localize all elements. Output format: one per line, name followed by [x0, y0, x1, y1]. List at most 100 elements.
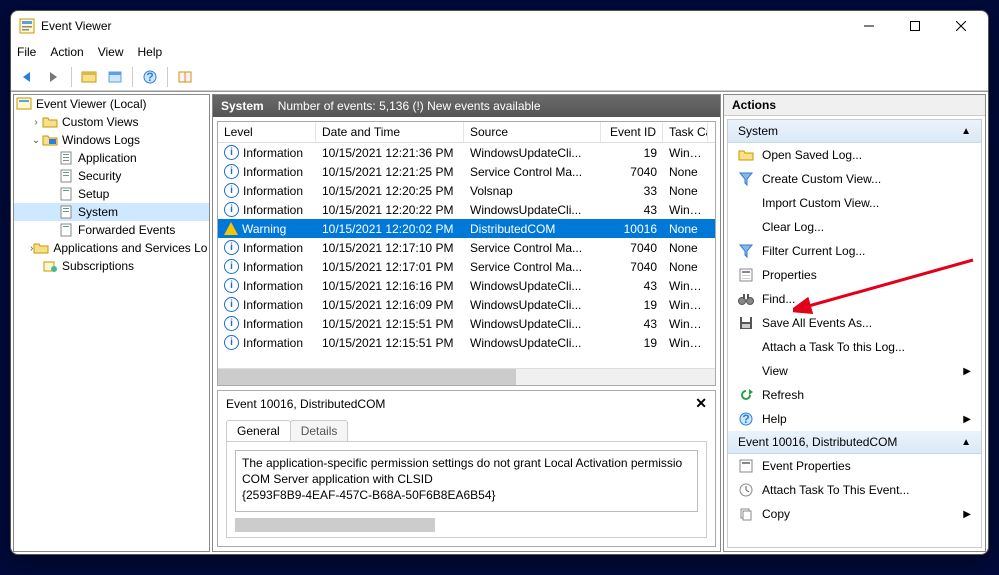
- action-copy[interactable]: Copy ▶: [728, 502, 981, 526]
- actions-title: Actions: [724, 95, 985, 116]
- table-row[interactable]: iInformation10/15/2021 12:16:16 PMWindow…: [218, 276, 715, 295]
- tree-custom-views[interactable]: › Custom Views: [14, 113, 209, 131]
- actions-section-event[interactable]: Event 10016, DistributedCOM ▲: [728, 431, 981, 454]
- close-button[interactable]: [938, 11, 984, 41]
- tab-general[interactable]: General: [226, 420, 291, 441]
- col-eventid[interactable]: Event ID: [601, 122, 663, 142]
- info-icon: i: [224, 278, 239, 293]
- info-icon: i: [224, 335, 239, 350]
- info-icon: i: [224, 259, 239, 274]
- table-row[interactable]: iInformation10/15/2021 12:20:25 PMVolsna…: [218, 181, 715, 200]
- col-level[interactable]: Level: [218, 122, 316, 142]
- table-row[interactable]: iInformation10/15/2021 12:20:22 PMWindow…: [218, 200, 715, 219]
- event-viewer-window: Event Viewer File Action View Help ? Eve…: [10, 10, 989, 555]
- tree-security[interactable]: Security: [14, 167, 209, 185]
- close-detail-button[interactable]: ✕: [695, 395, 707, 412]
- chevron-right-icon: ▶: [963, 509, 971, 520]
- task-icon: [738, 482, 754, 498]
- console-icon: [16, 96, 32, 112]
- grid-body[interactable]: iInformation10/15/2021 12:21:36 PMWindow…: [218, 143, 715, 368]
- events-header: System Number of events: 5,136 (!) New e…: [213, 95, 720, 117]
- detail-title: Event 10016, DistributedCOM: [226, 397, 385, 411]
- folder-open-icon: [738, 147, 754, 163]
- app-icon: [19, 18, 35, 34]
- table-row[interactable]: iInformation10/15/2021 12:17:01 PMServic…: [218, 257, 715, 276]
- log-icon: [58, 150, 74, 166]
- collapse-icon[interactable]: ▲: [961, 126, 971, 137]
- tree-subscriptions[interactable]: Subscriptions: [14, 257, 209, 275]
- info-icon: i: [224, 202, 239, 217]
- actions-section-system[interactable]: System ▲: [728, 120, 981, 143]
- help-button[interactable]: ?: [139, 66, 161, 88]
- table-row[interactable]: iInformation10/15/2021 12:15:51 PMWindow…: [218, 333, 715, 352]
- expander-icon[interactable]: ⌄: [30, 135, 42, 146]
- collapse-icon[interactable]: ▲: [961, 437, 971, 448]
- properties-icon: [738, 458, 754, 474]
- log-icon: [58, 186, 74, 202]
- detail-text[interactable]: The application-specific permission sett…: [235, 450, 698, 512]
- properties-button[interactable]: [104, 66, 126, 88]
- tree-apps-services[interactable]: › Applications and Services Lo: [14, 239, 209, 257]
- grid-header[interactable]: Level Date and Time Source Event ID Task…: [218, 122, 715, 143]
- action-attach-task-log[interactable]: Attach a Task To this Log...: [728, 335, 981, 359]
- log-icon: [58, 222, 74, 238]
- scrollbar-thumb[interactable]: [218, 369, 516, 386]
- tree-forwarded[interactable]: Forwarded Events: [14, 221, 209, 239]
- action-refresh[interactable]: Refresh: [728, 383, 981, 407]
- menu-view[interactable]: View: [98, 45, 124, 59]
- properties-icon: [738, 267, 754, 283]
- tree-root[interactable]: Event Viewer (Local): [14, 95, 209, 113]
- table-row[interactable]: iInformation10/15/2021 12:21:36 PMWindow…: [218, 143, 715, 162]
- help-icon: ?: [738, 411, 754, 427]
- folder-icon: [42, 114, 58, 130]
- menubar: File Action View Help: [11, 41, 988, 63]
- panel-button[interactable]: [174, 66, 196, 88]
- table-row[interactable]: iInformation10/15/2021 12:21:25 PMServic…: [218, 162, 715, 181]
- info-icon: i: [224, 183, 239, 198]
- events-grid[interactable]: Level Date and Time Source Event ID Task…: [217, 121, 716, 386]
- table-row[interactable]: iInformation10/15/2021 12:15:51 PMWindow…: [218, 314, 715, 333]
- action-view[interactable]: View ▶: [728, 359, 981, 383]
- tree-windows-logs[interactable]: ⌄ Windows Logs: [14, 131, 209, 149]
- action-help[interactable]: ? Help ▶: [728, 407, 981, 431]
- menu-help[interactable]: Help: [138, 45, 163, 59]
- table-row[interactable]: Warning10/15/2021 12:20:02 PMDistributed…: [218, 219, 715, 238]
- subscriptions-icon: [42, 258, 58, 274]
- col-date[interactable]: Date and Time: [316, 122, 464, 142]
- action-create-custom-view[interactable]: Create Custom View...: [728, 167, 981, 191]
- navigation-tree[interactable]: Event Viewer (Local) › Custom Views ⌄ Wi…: [13, 94, 210, 552]
- action-open-saved-log[interactable]: Open Saved Log...: [728, 143, 981, 167]
- minimize-button[interactable]: [846, 11, 892, 41]
- action-import-custom-view[interactable]: Import Custom View...: [728, 191, 981, 215]
- table-row[interactable]: iInformation10/15/2021 12:16:09 PMWindow…: [218, 295, 715, 314]
- col-source[interactable]: Source: [464, 122, 601, 142]
- menu-file[interactable]: File: [17, 45, 36, 59]
- action-clear-log[interactable]: Clear Log...: [728, 215, 981, 239]
- folder-icon: [33, 240, 49, 256]
- tab-details[interactable]: Details: [290, 420, 349, 441]
- tree-system[interactable]: System: [14, 203, 209, 221]
- expander-icon[interactable]: ›: [30, 117, 42, 128]
- col-task[interactable]: Task Ca: [663, 122, 708, 142]
- info-icon: i: [224, 164, 239, 179]
- info-icon: i: [224, 240, 239, 255]
- detail-hscroll[interactable]: [235, 518, 435, 532]
- svg-text:?: ?: [742, 412, 749, 426]
- svg-text:?: ?: [146, 70, 153, 84]
- table-row[interactable]: iInformation10/15/2021 12:17:10 PMServic…: [218, 238, 715, 257]
- window-title: Event Viewer: [41, 19, 846, 33]
- back-button[interactable]: [17, 66, 39, 88]
- action-attach-task-event[interactable]: Attach Task To This Event...: [728, 478, 981, 502]
- tree-application[interactable]: Application: [14, 149, 209, 167]
- show-hide-tree-button[interactable]: [78, 66, 100, 88]
- maximize-button[interactable]: [892, 11, 938, 41]
- folder-windows-icon: [42, 132, 58, 148]
- toolbar: ?: [11, 63, 988, 91]
- tree-setup[interactable]: Setup: [14, 185, 209, 203]
- grid-hscrollbar[interactable]: [218, 368, 715, 385]
- forward-button[interactable]: [43, 66, 65, 88]
- titlebar[interactable]: Event Viewer: [11, 11, 988, 41]
- action-event-properties[interactable]: Event Properties: [728, 454, 981, 478]
- info-icon: i: [224, 297, 239, 312]
- menu-action[interactable]: Action: [50, 45, 83, 59]
